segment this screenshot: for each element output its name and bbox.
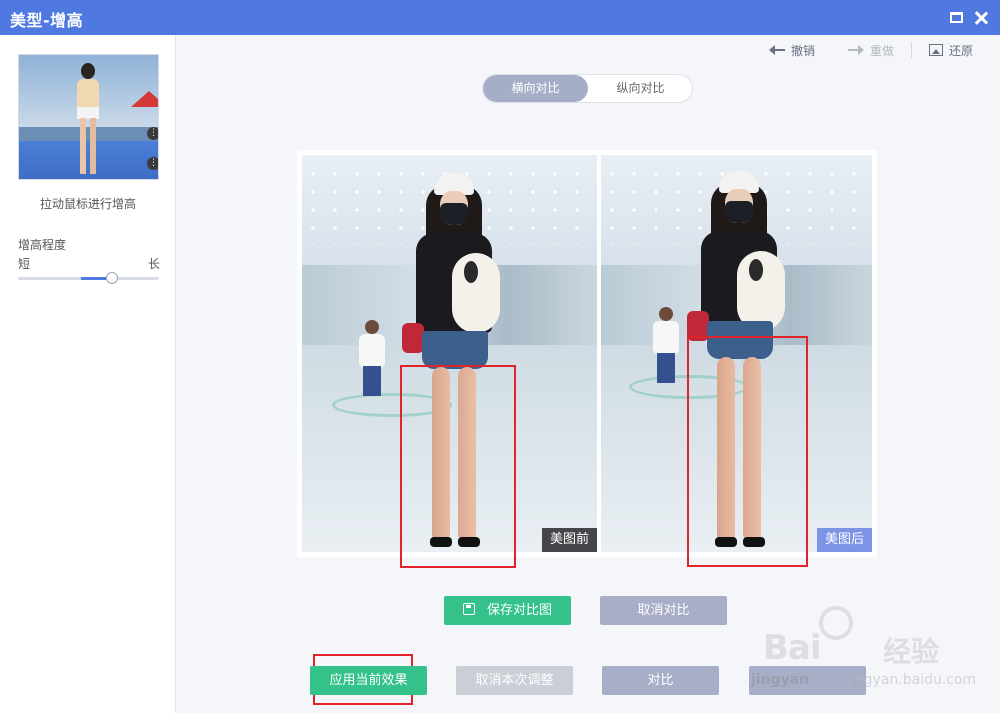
save-compare-button[interactable]: 保存对比图 — [444, 596, 571, 625]
toolbar-divider — [911, 42, 912, 58]
thumb-person-body — [77, 79, 99, 109]
thumb-person-leg — [90, 118, 96, 174]
compare-button[interactable]: 对比 — [602, 666, 719, 695]
image-icon — [929, 44, 943, 56]
compare-mode-toggle: 横向对比 纵向对比 — [482, 74, 693, 103]
long-label: 长 — [148, 257, 161, 271]
undo-arrow-icon — [769, 45, 785, 55]
maximize-button[interactable] — [948, 9, 966, 27]
save-compare-label: 保存对比图 — [486, 603, 552, 618]
short-label: 短 — [18, 257, 31, 271]
undo-button[interactable]: 撤销 — [769, 42, 815, 58]
thumb-deck — [19, 141, 158, 179]
obscured-button[interactable] — [749, 666, 866, 695]
tab-vertical-compare[interactable]: 纵向对比 — [588, 75, 692, 102]
restore-button[interactable]: 还原 — [929, 42, 973, 58]
sidebar: ⋮ ⋮ 拉动鼠标进行增高 增高程度 短 长 — [0, 35, 176, 713]
window-title: 美型-增高 — [10, 11, 84, 30]
undo-label: 撤销 — [791, 43, 816, 58]
slider-knob[interactable] — [106, 272, 118, 284]
after-tag: 美图后 — [816, 528, 872, 552]
watermark-url: jingyan.baidu.com — [847, 672, 977, 688]
thumb-tent — [131, 91, 158, 107]
degree-label: 增高程度 — [18, 238, 67, 252]
upper-handle-icon[interactable]: ⋮ — [147, 127, 158, 140]
paw-icon — [819, 606, 853, 640]
watermark-brand-cn: 经验 — [883, 635, 940, 668]
watermark-brand: Bai — [763, 628, 822, 668]
lower-handle-icon[interactable]: ⋮ — [147, 157, 158, 170]
scene-floor — [601, 345, 872, 552]
title-bar: 美型-增高 — [0, 0, 1000, 35]
height-slider[interactable] — [18, 271, 159, 285]
thumb-person-head — [81, 63, 95, 79]
cancel-compare-button[interactable]: 取消对比 — [600, 596, 727, 625]
close-button[interactable] — [972, 9, 990, 27]
after-photo: 美图后 — [601, 155, 872, 552]
tab-horizontal-compare[interactable]: 横向对比 — [483, 75, 588, 102]
thumbnail-image[interactable]: ⋮ ⋮ — [18, 54, 159, 180]
thumb-person-leg — [80, 118, 86, 174]
before-tag: 美图前 — [541, 528, 597, 552]
compare-preview: 美图前 美图后 — [297, 150, 877, 557]
before-photo: 美图前 — [302, 155, 597, 552]
restore-label: 还原 — [949, 43, 974, 58]
maximize-icon — [950, 12, 963, 23]
save-icon — [462, 603, 475, 615]
redo-label: 重做 — [870, 43, 895, 58]
redo-button[interactable]: 重做 — [848, 42, 894, 58]
redo-arrow-icon — [848, 45, 864, 55]
cancel-adjust-button[interactable]: 取消本次调整 — [456, 666, 573, 695]
apply-effect-button[interactable]: 应用当前效果 — [310, 666, 427, 695]
drag-hint: 拉动鼠标进行增高 — [39, 197, 136, 211]
slider-fill — [81, 277, 106, 280]
